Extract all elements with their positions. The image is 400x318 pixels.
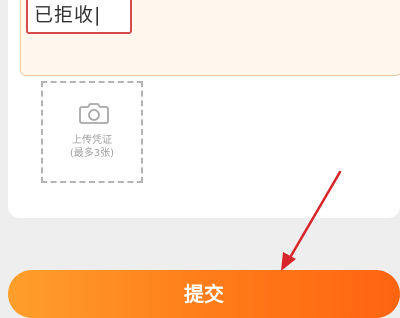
submit-button[interactable]: 提交 [8, 270, 400, 318]
upload-proof-button[interactable]: 上传凭证 (最多3张) [41, 81, 143, 183]
reason-input[interactable]: 已拒收| [26, 0, 132, 34]
reason-input-text: 已拒收| [34, 3, 102, 26]
upload-limit-label: (最多3张) [69, 148, 115, 159]
submit-button-label: 提交 [184, 282, 224, 306]
upload-proof-label: 上传凭证 [72, 135, 112, 146]
camera-icon [79, 103, 109, 124]
